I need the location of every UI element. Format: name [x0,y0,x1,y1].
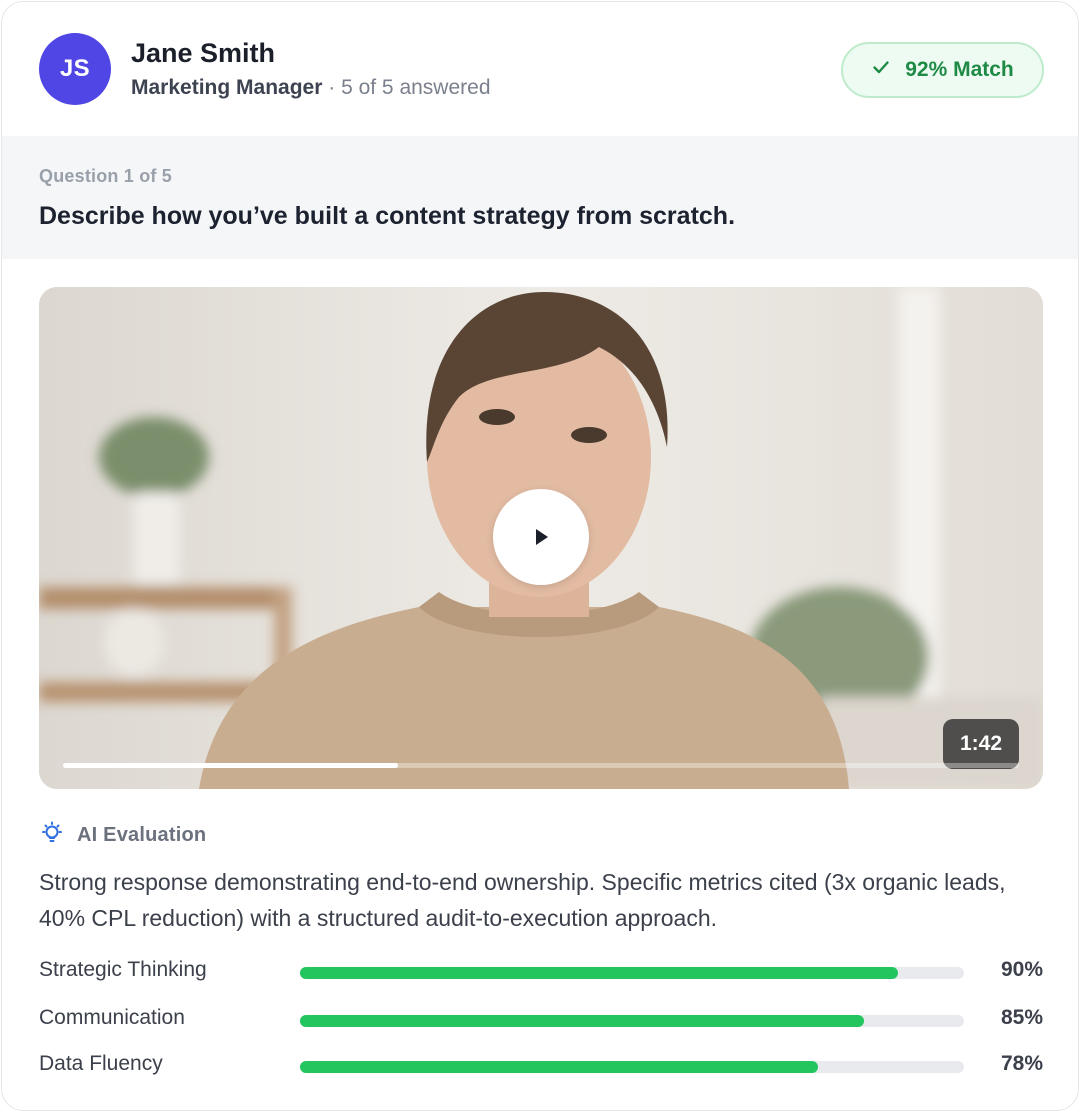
card-header: JS Jane Smith Marketing Manager · 5 of 5… [2,2,1078,136]
answered-count: 5 of 5 answered [341,76,491,99]
candidate-name: Jane Smith [131,38,276,68]
metric-bar-track [300,1061,964,1073]
metric-bar-fill [300,1015,865,1027]
question-text: Describe how you’ve built a content stra… [39,202,736,230]
metric-label: Data Fluency [39,1052,163,1075]
video-progress-fill [63,763,398,768]
metric-value: 90% [1000,958,1043,981]
video-duration: 1:42 [943,719,1019,769]
ai-evaluation-title: AI Evaluation [77,824,207,846]
match-label: 92% Match [905,58,1014,81]
candidate-response-card: JS Jane Smith Marketing Manager · 5 of 5… [1,1,1079,1111]
match-badge: 92% Match [841,42,1044,98]
candidate-role: Marketing Manager [131,76,323,99]
metric-row: Communication 85% [39,1002,1043,1038]
ai-evaluation-header: AI Evaluation [39,820,206,851]
candidate-subline: Marketing Manager · 5 of 5 answered [131,76,491,100]
play-button[interactable] [493,489,589,585]
metric-label: Communication [39,1006,185,1029]
metric-value: 78% [1000,1052,1043,1075]
lightbulb-icon [39,820,65,851]
metric-bar-track [300,967,964,979]
metric-bar-fill [300,1061,818,1073]
metric-bar-track [300,1015,964,1027]
question-counter: Question 1 of 5 [39,166,173,186]
check-icon [871,57,891,83]
metric-label: Strategic Thinking [39,958,207,981]
avatar: JS [39,33,111,105]
metric-row: Strategic Thinking 90% [39,954,1043,990]
metric-value: 85% [1000,1006,1043,1029]
video-player[interactable]: 1:42 [39,287,1043,789]
play-icon [536,529,548,545]
question-section: Question 1 of 5 Describe how you’ve buil… [2,136,1078,259]
video-progress-bar[interactable] [63,763,1019,768]
metric-row: Data Fluency 78% [39,1048,1043,1084]
subline-separator: · [322,76,342,99]
metric-bar-fill [300,967,898,979]
ai-evaluation-summary: Strong response demonstrating end-to-end… [39,869,1006,931]
